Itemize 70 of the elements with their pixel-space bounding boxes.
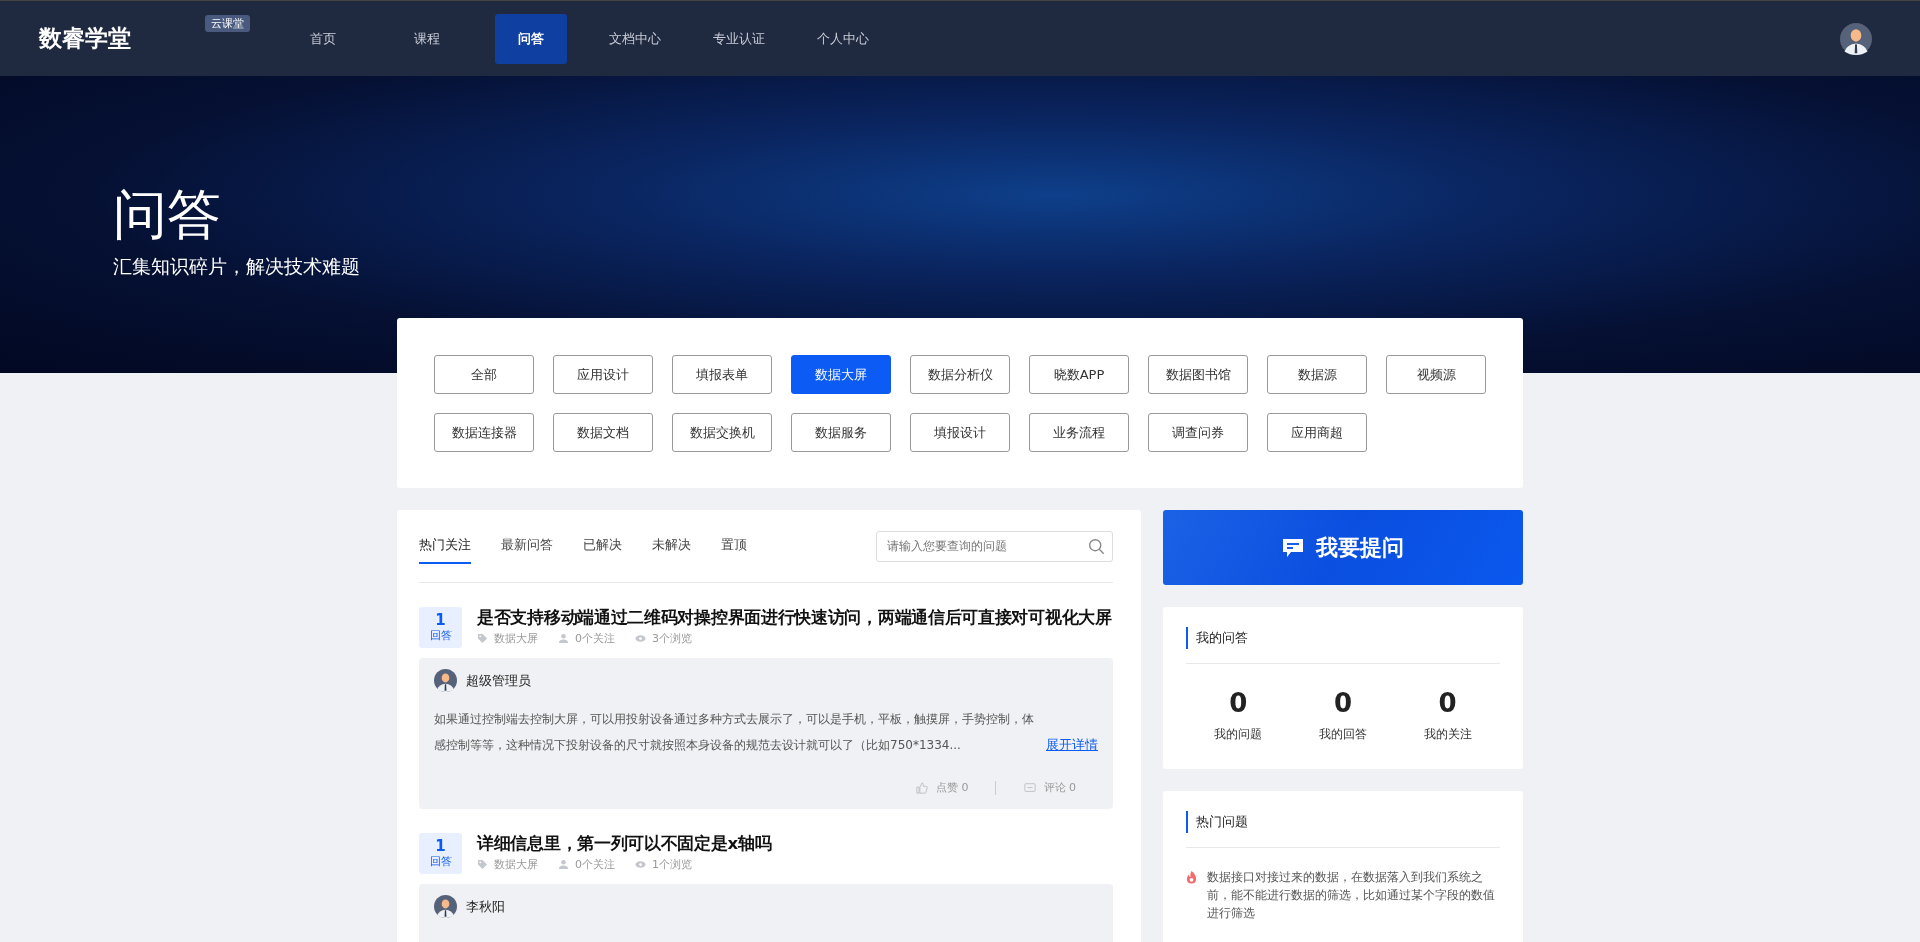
category-button[interactable]: 视频源 bbox=[1386, 355, 1486, 394]
stat-label[interactable]: 我的问题 bbox=[1214, 726, 1263, 743]
site-logo[interactable]: 数睿学堂 bbox=[39, 23, 131, 54]
category-button[interactable]: 业务流程 bbox=[1029, 413, 1129, 452]
hot-question-link[interactable]: 数据接口对接过来的数据，在数据落入到我们系统之前，能不能进行数据的筛选，比如通过某个字段的数值进行筛选 bbox=[1207, 868, 1500, 922]
filter-tab[interactable]: 热门关注 bbox=[419, 528, 471, 564]
category-button[interactable]: 应用商超 bbox=[1267, 413, 1367, 452]
nav-link[interactable]: 个人中心 bbox=[791, 13, 895, 64]
search-icon[interactable] bbox=[1088, 537, 1105, 555]
category-button[interactable]: 调查问券 bbox=[1148, 413, 1248, 452]
ask-question-button[interactable]: 我要提问 bbox=[1163, 510, 1523, 585]
category-button[interactable]: 数据交换机 bbox=[672, 413, 772, 452]
tag-icon bbox=[477, 633, 488, 645]
tag-icon bbox=[477, 859, 488, 871]
follow-count: 0个关注 bbox=[575, 631, 615, 647]
category-button[interactable]: 数据服务 bbox=[791, 413, 891, 452]
answer-count-badge: 1 回答 bbox=[419, 833, 462, 874]
nav-link[interactable]: 课程 bbox=[375, 13, 479, 64]
author-name: 超级管理员 bbox=[466, 671, 531, 690]
question-tag: 数据大屏 bbox=[494, 631, 538, 647]
person-icon bbox=[558, 633, 569, 645]
view-count: 3个浏览 bbox=[652, 631, 692, 647]
hero-title: 问答 bbox=[113, 188, 222, 242]
stat-label[interactable]: 我的回答 bbox=[1319, 726, 1367, 743]
category-button[interactable]: 数据连接器 bbox=[434, 413, 534, 452]
user-avatar-icon[interactable] bbox=[1840, 22, 1872, 55]
filter-tab[interactable]: 未解决 bbox=[652, 528, 691, 564]
author-name: 李秋阳 bbox=[466, 897, 505, 916]
category-button[interactable]: 数据文档 bbox=[553, 413, 653, 452]
answer-count-badge: 1 回答 bbox=[419, 607, 462, 648]
nav-link[interactable]: 文档中心 bbox=[583, 13, 687, 64]
question-tag: 数据大屏 bbox=[494, 857, 538, 873]
category-button[interactable]: 数据大屏 bbox=[791, 355, 891, 394]
category-button[interactable]: 全部 bbox=[434, 355, 534, 394]
category-button[interactable]: 数据源 bbox=[1267, 355, 1367, 394]
nav-link[interactable]: 专业认证 bbox=[687, 13, 791, 64]
category-button[interactable]: 填报设计 bbox=[910, 413, 1010, 452]
thumbs-up-icon[interactable] bbox=[916, 781, 928, 794]
eye-icon bbox=[635, 633, 646, 645]
eye-icon bbox=[635, 859, 646, 871]
follow-count: 0个关注 bbox=[575, 857, 615, 873]
card-title: 我的问答 bbox=[1186, 627, 1500, 649]
view-count: 1个浏览 bbox=[652, 857, 692, 873]
flame-icon bbox=[1186, 871, 1197, 884]
filter-tab[interactable]: 置顶 bbox=[721, 528, 747, 564]
hero-subtitle: 汇集知识碎片，解决技术难题 bbox=[113, 254, 360, 279]
category-button[interactable]: 填报表单 bbox=[672, 355, 772, 394]
filter-tab[interactable]: 已解决 bbox=[583, 528, 622, 564]
category-button[interactable]: 应用设计 bbox=[553, 355, 653, 394]
question-title[interactable]: 是否支持移动端通过二维码对操控界面进行快速访问，两端通信后可直接对可视化大屏 bbox=[477, 607, 1112, 629]
filter-tab[interactable]: 最新问答 bbox=[501, 528, 553, 564]
chat-icon bbox=[1282, 537, 1304, 558]
answer-text: 如果通过控制端去控制大屏，可以用投射设备通过多种方式去展示了，可以是手机，平板，触摸屏，手势控制，体感控制等等，这种情况下投射设备的尺寸就按照本身设备的规范去设计就可以了（比如750*1334... bbox=[434, 711, 1034, 754]
brand-badge: 云课堂 bbox=[205, 15, 250, 32]
expand-link[interactable]: 展开详情 bbox=[1046, 732, 1098, 758]
search-field[interactable]: 请输入您要查询的问题 bbox=[876, 530, 1113, 562]
question-title[interactable]: 详细信息里，第一列可以不固定是x轴吗 bbox=[477, 833, 772, 855]
author-avatar-icon bbox=[434, 669, 457, 692]
stat-value[interactable]: 0 bbox=[1438, 690, 1457, 716]
stat-value[interactable]: 0 bbox=[1229, 690, 1248, 716]
category-button[interactable]: 晓数APP bbox=[1029, 355, 1129, 394]
nav-link[interactable]: 问答 bbox=[495, 13, 567, 64]
card-title: 热门问题 bbox=[1186, 811, 1500, 833]
author-avatar-icon bbox=[434, 895, 457, 918]
person-icon bbox=[558, 859, 569, 871]
category-button[interactable]: 数据分析仪 bbox=[910, 355, 1010, 394]
stat-value[interactable]: 0 bbox=[1333, 690, 1353, 716]
category-button[interactable]: 数据图书馆 bbox=[1148, 355, 1248, 394]
nav-link[interactable]: 首页 bbox=[271, 13, 375, 64]
stat-label[interactable]: 我的关注 bbox=[1423, 726, 1472, 743]
